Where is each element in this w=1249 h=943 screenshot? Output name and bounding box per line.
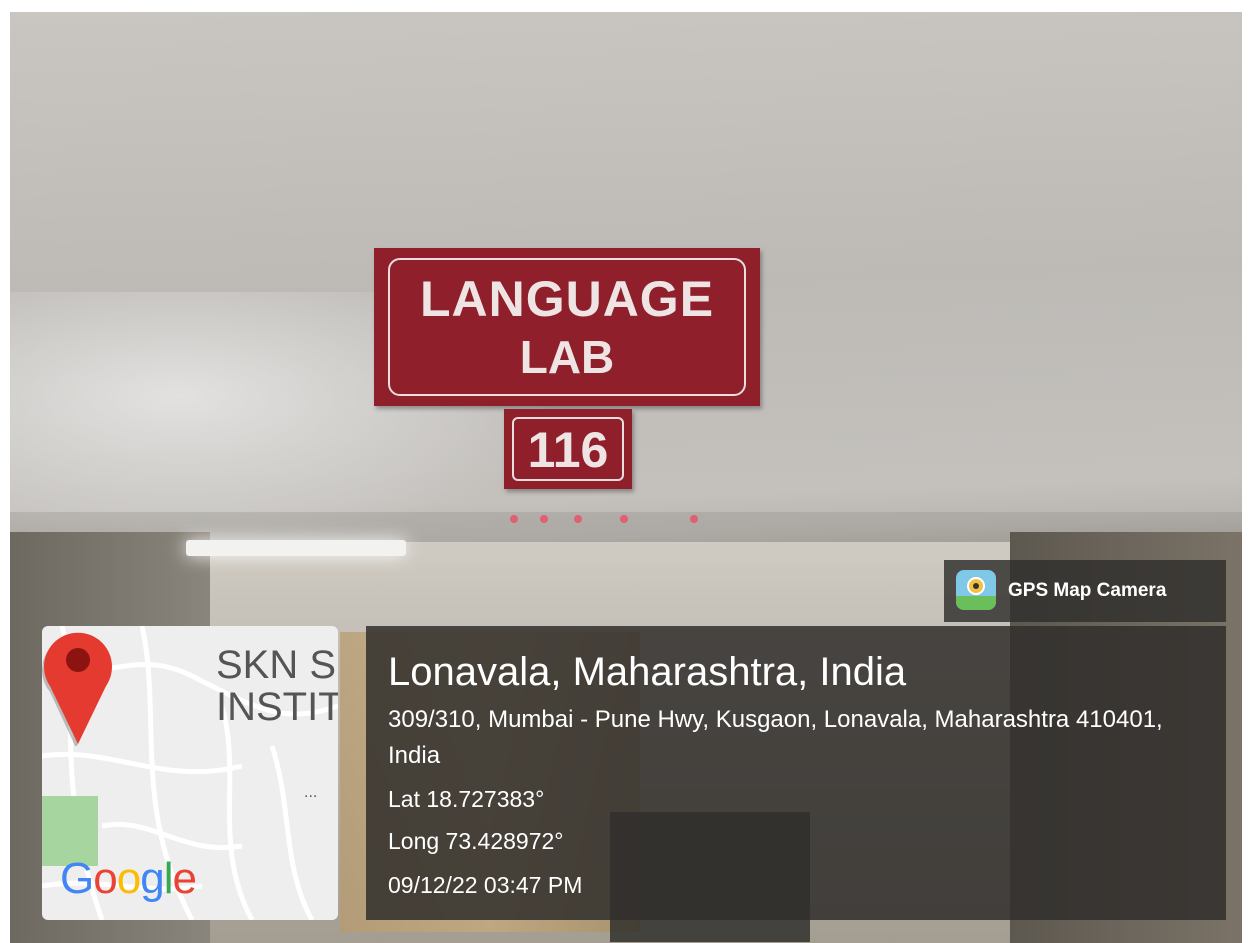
icon-lens (967, 577, 985, 595)
wall-mark (540, 515, 548, 523)
location-address: 309/310, Mumbai - Pune Hwy, Kusgaon, Lon… (388, 706, 1163, 769)
mini-map[interactable]: SKN SI INSTIT ... Google (42, 626, 338, 920)
wall-mark (620, 515, 628, 523)
map-place-line1: SKN SI (216, 643, 338, 687)
map-more-indicator: ... (304, 784, 318, 801)
google-logo-letter: g (140, 854, 165, 903)
gps-map-camera-badge: GPS Map Camera (944, 560, 1226, 622)
language-lab-sign: LANGUAGE LAB (374, 248, 760, 406)
location-title: Lonavala, Maharashtra, India (388, 650, 907, 694)
tube-light (186, 540, 406, 556)
gps-badge-label: GPS Map Camera (1008, 580, 1167, 601)
map-place-label: SKN SI INSTIT (216, 644, 338, 728)
longitude: Long 73.428972° (388, 828, 564, 854)
latitude: Lat 18.727383° (388, 786, 545, 812)
gps-map-camera-app-icon (956, 570, 996, 610)
photo-scene: LANGUAGE LAB 116 GPS Map Camera SKN SI I… (10, 12, 1242, 943)
google-logo-letter: e (172, 854, 197, 903)
google-logo-letter: G (60, 854, 94, 903)
google-logo-letter: o (93, 854, 118, 903)
location-info-panel: Lonavala, Maharashtra, India 309/310, Mu… (366, 626, 1226, 920)
sign-text-line2: LAB (519, 331, 615, 383)
room-number-text: 116 (527, 422, 609, 478)
map-place-line2: INSTIT (216, 685, 338, 729)
google-logo: Google (60, 854, 197, 904)
wall-mark (510, 515, 518, 523)
map-pin-icon (42, 632, 113, 746)
room-number-sign: 116 (504, 409, 632, 489)
icon-ground (956, 596, 996, 610)
timestamp: 09/12/22 03:47 PM (388, 872, 583, 898)
wall-mark (690, 515, 698, 523)
wall-mark (574, 515, 582, 523)
google-logo-letter: o (116, 854, 142, 903)
sign-text-line1: LANGUAGE (419, 271, 715, 327)
